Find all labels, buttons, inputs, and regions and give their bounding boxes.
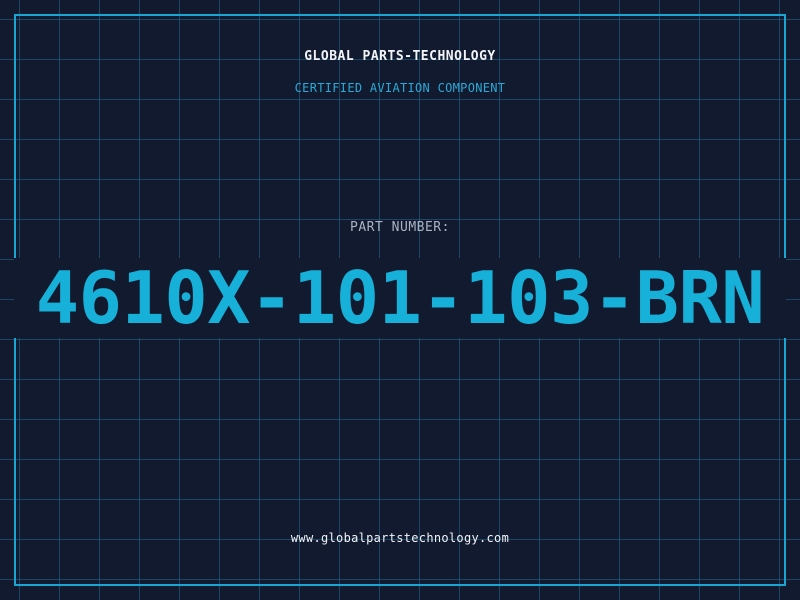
part-number-value: 4610X-101-103-BRN: [35, 256, 765, 340]
part-label-card: GLOBAL PARTS-TECHNOLOGY CERTIFIED AVIATI…: [0, 0, 800, 600]
part-number-label: PART NUMBER:: [350, 220, 450, 235]
website-url[interactable]: www.globalpartstechnology.com: [0, 530, 800, 546]
company-name: GLOBAL PARTS-TECHNOLOGY: [304, 49, 496, 64]
certification-subtitle: CERTIFIED AVIATION COMPONENT: [294, 81, 506, 95]
